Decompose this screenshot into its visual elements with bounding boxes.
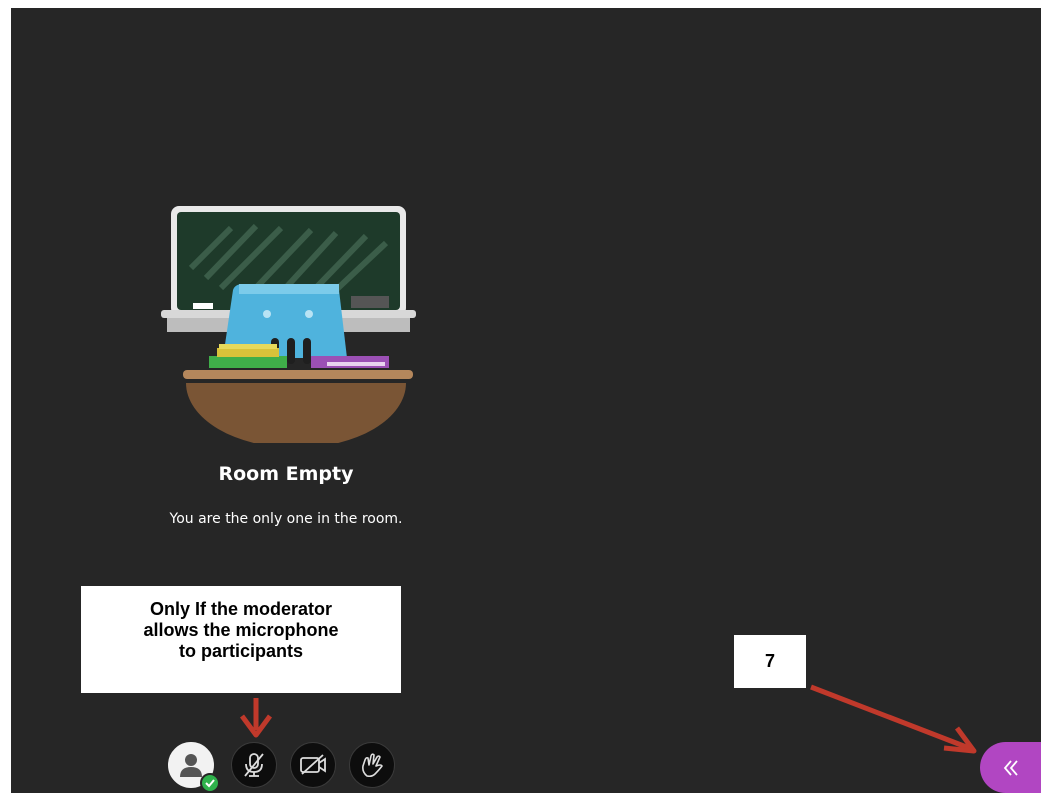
- raise-hand-button[interactable]: [349, 742, 395, 788]
- callout-line-1: Only If the moderator: [149, 599, 333, 619]
- camera-button[interactable]: [290, 742, 336, 788]
- raise-hand-icon: [362, 753, 383, 778]
- my-status-button[interactable]: [168, 742, 220, 793]
- check-icon: [205, 779, 215, 788]
- camera-off-icon: [300, 754, 326, 775]
- step-number-callout: 7: [734, 635, 806, 688]
- microphone-muted-icon: [244, 753, 264, 777]
- room-empty-title: Room Empty: [218, 463, 354, 485]
- callout-line-2: allows the microphone: [143, 620, 339, 640]
- user-icon: [180, 754, 202, 777]
- meeting-stage: Room Empty You are the only one in the r…: [11, 8, 1041, 793]
- open-panel-button[interactable]: [980, 742, 1041, 793]
- status-indicator: [200, 773, 220, 793]
- arrow-to-panel-toggle: [810, 684, 977, 754]
- callout-line-3: to participants: [178, 641, 303, 661]
- double-chevron-left-icon: [1003, 759, 1018, 776]
- empty-room-illustration: [161, 206, 416, 443]
- moderator-note-callout: Only If the moderator allows the microph…: [81, 586, 401, 693]
- microphone-button[interactable]: [231, 742, 277, 788]
- room-empty-subtitle: You are the only one in the room.: [169, 511, 403, 527]
- arrow-to-microphone: [239, 698, 273, 738]
